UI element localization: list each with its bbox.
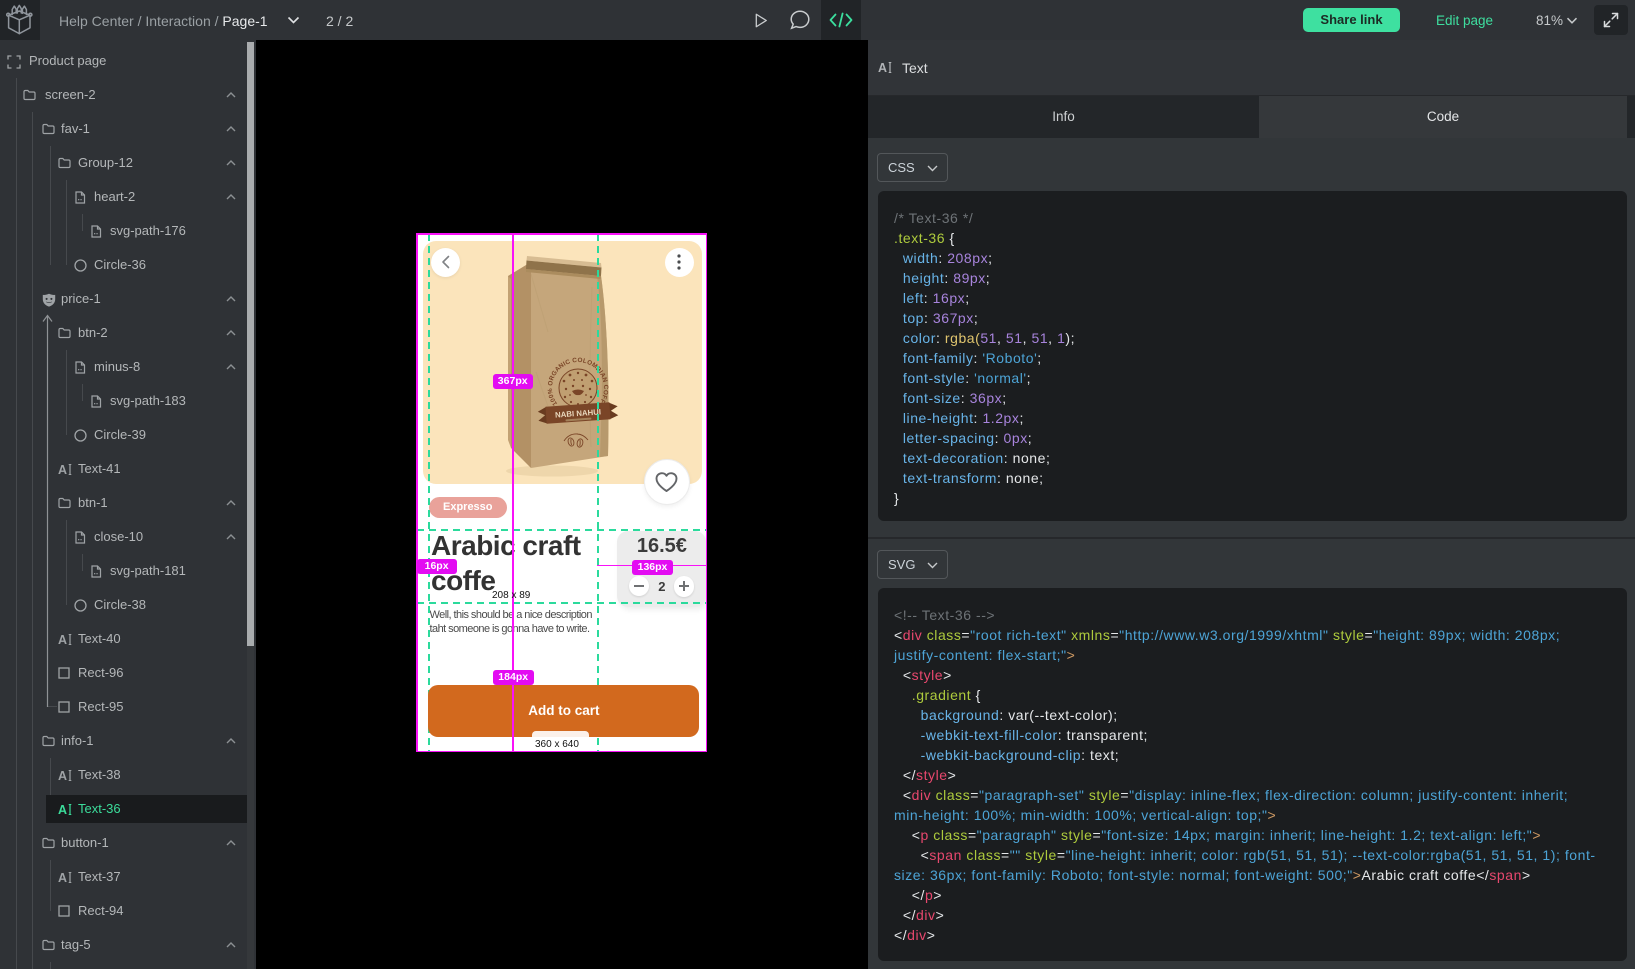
svg-text:A: A xyxy=(878,61,887,74)
svg-text:A: A xyxy=(58,769,67,782)
svg-text:A: A xyxy=(58,633,67,646)
svg-text:A: A xyxy=(58,803,67,816)
svg-text:A: A xyxy=(58,463,67,476)
svg-text:A: A xyxy=(58,871,67,884)
